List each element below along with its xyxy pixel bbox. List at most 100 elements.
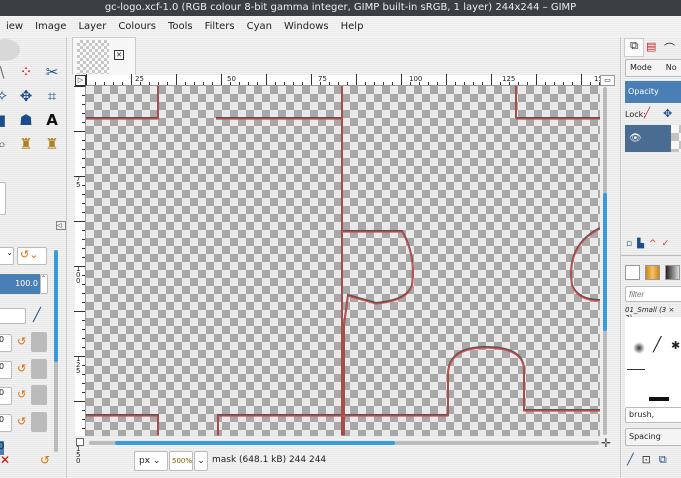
text-tool-icon[interactable]: A	[42, 110, 62, 130]
raise-layer-icon[interactable]: ^	[649, 239, 662, 249]
ruler-tick	[82, 374, 85, 375]
visibility-eye-icon[interactable]: 👁	[629, 133, 642, 144]
reset-options-icon[interactable]: ↺	[40, 453, 50, 467]
brush-item[interactable]	[627, 369, 645, 370]
link-aspect-button[interactable]	[31, 359, 47, 379]
new-brush-icon[interactable]: ⊡	[642, 453, 659, 466]
mode-dropdown[interactable]: ⌄	[0, 247, 14, 265]
menu-colours[interactable]: Colours	[112, 21, 162, 32]
brushes-tab-icon[interactable]	[625, 265, 640, 280]
menu-cyan[interactable]: Cyan	[241, 21, 278, 32]
reset-size-icon[interactable]: ↺	[17, 335, 26, 348]
brush-filter-input[interactable]	[625, 286, 681, 302]
menu-image[interactable]: Image	[29, 21, 72, 32]
layer-row[interactable]: 👁	[625, 125, 671, 152]
ruler-tick	[95, 82, 96, 85]
vertical-scroll-thumb[interactable]	[603, 193, 607, 331]
menu-arrow-icon[interactable]: ▷	[75, 75, 86, 86]
brush-item[interactable]	[633, 342, 645, 354]
duplicate-brush-icon[interactable]: ⧉	[659, 453, 675, 466]
horizontal-scroll-thumb[interactable]	[115, 441, 395, 445]
clone-tool-icon[interactable]: ♜	[16, 134, 36, 154]
aspect-spin[interactable]: 0	[0, 361, 12, 379]
opacity-spin[interactable]: ⌃	[40, 274, 48, 294]
edit-brush-icon[interactable]: ╱	[33, 308, 41, 323]
layer-group-icon[interactable]: ▙	[637, 239, 649, 249]
angle-spin[interactable]: 0	[0, 387, 12, 405]
reset-aspect-icon[interactable]: ↺	[17, 362, 26, 375]
select-by-color-tool-icon[interactable]: ⁘	[16, 62, 36, 82]
patterns-tab-icon[interactable]	[645, 265, 660, 280]
fuzzy-select-tool-icon[interactable]: \	[0, 62, 12, 82]
horizontal-scrollbar[interactable]	[89, 441, 599, 445]
ruler-tick	[347, 82, 348, 85]
menu-help[interactable]: Help	[335, 21, 370, 32]
opacity-slider[interactable]: 100.0	[0, 274, 40, 294]
paths-tool-icon[interactable]: ✧	[0, 86, 12, 106]
brush-item[interactable]: ╱	[653, 337, 661, 353]
reset-angle-icon[interactable]: ↺	[17, 388, 26, 401]
crop-tool-icon[interactable]: ⌗	[42, 86, 62, 106]
brush-grid[interactable]: ╱ ✱	[625, 317, 681, 407]
ruler-tick	[545, 82, 546, 85]
ruler-tick	[82, 104, 85, 105]
menu-layer[interactable]: Layer	[72, 21, 112, 32]
layer-opacity-slider[interactable]: Opacity	[625, 81, 681, 103]
menu-tools[interactable]: Tools	[162, 21, 199, 32]
paths-tab-icon[interactable]: ⌒	[664, 40, 675, 56]
lock-pixels-icon[interactable]: ╱	[644, 108, 650, 119]
flip-tool-icon[interactable]: ▮	[0, 110, 12, 130]
ruler-tick	[82, 410, 85, 411]
link-spacing-button[interactable]	[31, 412, 47, 432]
lower-layer-icon[interactable]: ✓	[662, 239, 675, 249]
reset-spacing-icon[interactable]: ↺	[17, 415, 26, 428]
ruler-tick	[221, 74, 222, 85]
brush-item[interactable]: ✱	[671, 339, 680, 352]
size-spin[interactable]: 0	[0, 334, 12, 352]
spacing-spin[interactable]: 0	[0, 414, 12, 432]
vertical-scrollbar[interactable]	[603, 87, 607, 435]
link-angle-button[interactable]	[31, 385, 47, 405]
channels-tab-icon[interactable]: ▤	[646, 40, 656, 53]
new-layer-icon[interactable]: ▫	[626, 239, 637, 249]
ruler-tick	[74, 131, 85, 132]
tool-options-scrollbar[interactable]	[54, 250, 58, 452]
warp-tool-icon[interactable]: ☗	[16, 110, 36, 130]
zoom-dropdown-icon[interactable]: ⌄	[194, 451, 208, 471]
menu-view[interactable]: iew	[0, 21, 29, 32]
move-tool-icon[interactable]: ✥	[16, 86, 36, 106]
gradients-tab-icon[interactable]	[665, 265, 680, 280]
ruler-tick	[113, 82, 114, 85]
zoom-field[interactable]: 500%	[169, 451, 193, 471]
reset-dropdown[interactable]: ↺⌄	[17, 247, 47, 265]
ruler-tick	[509, 82, 510, 85]
link-size-button[interactable]	[31, 332, 47, 352]
brush-item[interactable]	[649, 397, 669, 401]
ruler-label: 100	[409, 75, 423, 83]
quick-mask-toggle[interactable]: ▭	[600, 75, 615, 86]
ruler-tick	[74, 221, 85, 222]
lock-position-icon[interactable]: ✥	[663, 107, 672, 120]
zoom-tool-icon[interactable]: ⌕	[0, 134, 12, 154]
fg-bg-color[interactable]	[0, 182, 6, 215]
ruler-tick	[167, 82, 168, 85]
ruler-tick	[82, 140, 85, 141]
ruler-tick	[293, 82, 294, 85]
delete-icon[interactable]: ✕	[0, 453, 10, 467]
heal-tool-icon[interactable]: ♜	[42, 134, 62, 154]
layer-mode-dropdown[interactable]: Mode No	[625, 59, 681, 77]
navigate-icon[interactable]: ✛	[601, 436, 611, 450]
image-tab[interactable]: ✕	[72, 37, 136, 75]
close-tab-icon[interactable]: ✕	[114, 50, 124, 60]
brush-field[interactable]	[0, 308, 26, 324]
menu-filters[interactable]: Filters	[199, 21, 241, 32]
menu-windows[interactable]: Windows	[278, 21, 335, 32]
configure-icon[interactable]: ◁	[56, 221, 66, 230]
scissors-tool-icon[interactable]: ✂	[42, 62, 62, 82]
layers-tab-icon[interactable]: ⧉	[624, 38, 644, 57]
unit-dropdown[interactable]: px ⌄	[134, 451, 168, 471]
spacing-slider[interactable]: Spacing	[625, 428, 681, 446]
navigate-toggle[interactable]	[76, 438, 84, 446]
brush-tags-field[interactable]: brush,	[625, 407, 681, 423]
edit-brush-icon[interactable]: ╱	[627, 453, 642, 466]
